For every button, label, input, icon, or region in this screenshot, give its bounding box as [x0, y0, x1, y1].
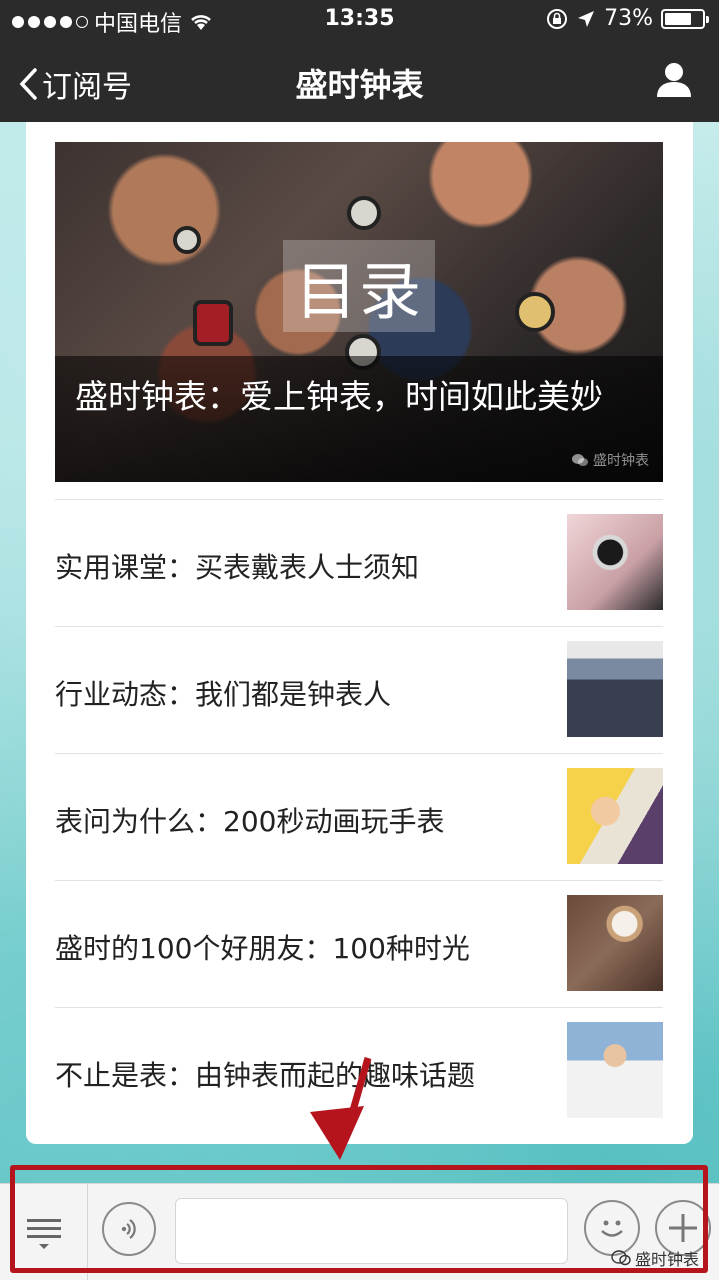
smiley-icon — [601, 1220, 623, 1237]
menu-list-icon — [26, 1218, 61, 1249]
message-input-bar: 盛时钟表 — [0, 1183, 719, 1280]
wechat-icon — [611, 1250, 631, 1266]
bottom-watermark: 盛时钟表 — [611, 1246, 699, 1270]
voice-waves-icon — [121, 1219, 136, 1239]
profile-button[interactable] — [655, 60, 693, 102]
voice-input-button[interactable] — [102, 1202, 156, 1256]
location-arrow-icon — [578, 10, 595, 27]
list-item[interactable]: 表问为什么：200秒动画玩手表 — [55, 753, 663, 880]
plus-icon — [669, 1214, 697, 1242]
watch-image — [515, 292, 555, 332]
watch-image — [347, 196, 381, 230]
article-thumbnail — [567, 768, 663, 864]
watch-image — [193, 300, 233, 346]
battery-icon — [661, 8, 709, 29]
article-title: 盛时的100个好朋友：100种时光 — [55, 932, 470, 965]
page-title: 盛时钟表 — [295, 66, 424, 104]
article-title: 行业动态：我们都是钟表人 — [55, 678, 392, 711]
rotation-lock-icon — [547, 8, 568, 29]
article-title: 实用课堂：买表戴表人士须知 — [55, 551, 420, 584]
article-thumbnail — [567, 641, 663, 737]
article-menu-card: 目录 盛时钟表：爱上钟表，时间如此美妙 盛时钟表 实用课堂：买表戴表人士须知 行… — [26, 122, 693, 1144]
article-thumbnail — [567, 895, 663, 991]
list-item[interactable]: 实用课堂：买表戴表人士须知 — [55, 499, 663, 626]
article-title: 表问为什么：200秒动画玩手表 — [55, 805, 445, 838]
navigation-bar: 订阅号 盛时钟表 — [0, 40, 719, 122]
hero-watermark: 盛时钟表 — [571, 450, 649, 470]
article-title: 不止是表：由钟表而起的趣味话题 — [55, 1059, 476, 1092]
list-item[interactable]: 不止是表：由钟表而起的趣味话题 — [55, 1007, 663, 1134]
article-thumbnail — [567, 1022, 663, 1118]
watch-image — [173, 226, 201, 254]
article-thumbnail — [567, 514, 663, 610]
status-right: 73% — [546, 6, 709, 31]
catalog-badge: 目录 — [283, 240, 435, 332]
message-text-input[interactable] — [175, 1198, 568, 1264]
list-item[interactable]: 行业动态：我们都是钟表人 — [55, 626, 663, 753]
menu-toggle-button[interactable] — [0, 1184, 88, 1280]
status-bar: 中国电信 13:35 73% — [0, 0, 719, 40]
battery-percent: 73% — [604, 6, 653, 31]
list-item[interactable]: 盛时的100个好朋友：100种时光 — [55, 880, 663, 1007]
person-icon — [657, 63, 691, 97]
wechat-icon — [572, 454, 588, 466]
hero-article[interactable]: 目录 盛时钟表：爱上钟表，时间如此美妙 盛时钟表 — [55, 142, 663, 482]
